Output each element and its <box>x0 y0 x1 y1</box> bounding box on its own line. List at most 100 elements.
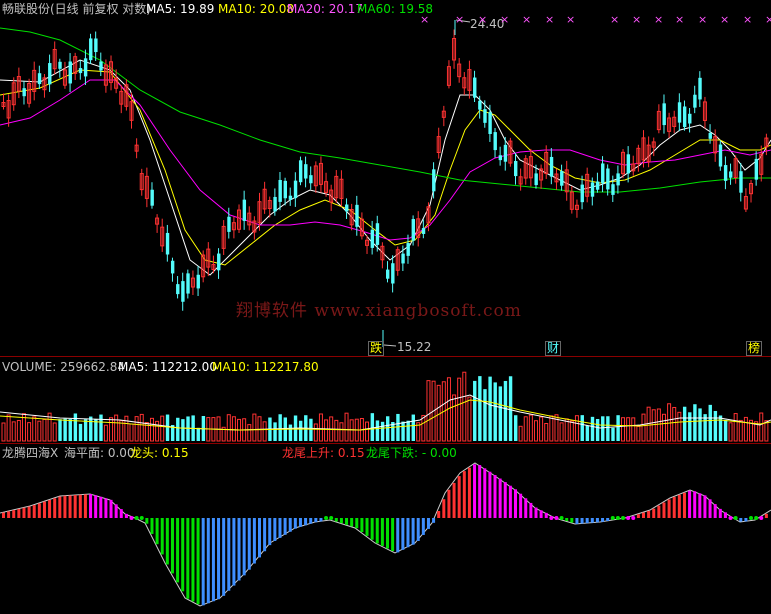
indicator-bar <box>27 506 31 518</box>
indicator-dot <box>749 516 754 520</box>
indicator-bar <box>642 512 645 518</box>
volume-bar-up <box>728 422 733 442</box>
indicator-bar <box>503 482 507 518</box>
indicator-bar <box>334 518 338 522</box>
volume-bar-up <box>52 422 57 442</box>
volume-bar-up <box>252 413 257 442</box>
indicator-bar <box>150 518 154 534</box>
indicator-name: 龙腾四海X <box>2 446 59 460</box>
indicator-dot <box>626 516 631 520</box>
list-tag[interactable]: 榜 <box>746 341 763 356</box>
volume-bar-up <box>677 411 682 442</box>
volume-bar-down <box>73 413 78 441</box>
low-price-marker: 15.22 <box>397 340 432 354</box>
indicator-bar <box>222 518 226 596</box>
indicator-bar <box>309 518 313 524</box>
signal-marker-icon: × <box>478 13 488 26</box>
volume-bar-down <box>590 416 595 441</box>
indicator-bar <box>723 512 727 518</box>
volume-bar-up <box>334 419 339 442</box>
volume-bar-down <box>688 412 692 441</box>
volume-bar-down <box>386 416 390 441</box>
candle-body-down <box>595 181 600 190</box>
volume-bar-up <box>462 371 467 442</box>
candle-body-down <box>355 204 359 227</box>
volume-bar-up <box>452 394 457 442</box>
candle-body-down <box>421 228 426 234</box>
volume-bar-down <box>176 417 180 441</box>
volume-bar-down <box>498 386 503 441</box>
indicator-bar <box>191 518 195 602</box>
volume-bar-down <box>375 420 380 441</box>
candle-body-down <box>662 103 666 126</box>
indicator-bar <box>48 499 52 518</box>
indicator-bar <box>314 518 318 523</box>
indicator-bar <box>462 471 466 518</box>
indicator-bar <box>452 482 456 518</box>
indicator-bar <box>114 504 118 518</box>
indicator-dot <box>329 516 334 520</box>
indicator-bar <box>22 507 26 518</box>
indicator-bar <box>575 518 579 524</box>
indicator-bar <box>667 499 671 518</box>
indicator-bar <box>524 498 528 518</box>
indicator-bar <box>698 493 702 518</box>
indicator-bar <box>519 493 523 518</box>
candle-body-down <box>718 144 723 167</box>
indicator-bar <box>688 490 692 518</box>
volume-bar-up <box>656 408 661 442</box>
indicator-dot <box>554 516 559 520</box>
volume-bar-up <box>155 420 160 442</box>
volume-bar-up <box>426 380 431 442</box>
volume-bar-down <box>63 418 67 441</box>
indicator-dot <box>559 516 564 520</box>
candle-body-down <box>227 216 231 232</box>
volume-bar-down <box>503 380 508 441</box>
volume-bar-down <box>718 415 723 441</box>
indicator-bar <box>263 518 267 552</box>
volume-bar-up <box>114 414 119 442</box>
volume-bar-up <box>528 414 533 442</box>
indicator-bar <box>32 505 36 518</box>
volume-bar-down <box>396 413 400 441</box>
indicator-bar <box>211 518 215 602</box>
candle-body-down <box>94 38 98 53</box>
indicator-bar <box>345 518 349 525</box>
indicator-bar <box>288 518 292 532</box>
indicator-bar <box>432 518 436 523</box>
volume-bar-up <box>226 414 231 442</box>
volume-bar-up <box>160 415 165 442</box>
volume-bar-down <box>298 420 303 441</box>
indicator-bar <box>565 518 569 522</box>
indicator-bar <box>652 508 656 518</box>
volume-bar-down <box>483 389 487 441</box>
volume-bar-up <box>139 413 144 442</box>
volume-bar-down <box>698 408 702 441</box>
candle-body-down <box>78 68 83 74</box>
volume-bar-up <box>103 424 108 442</box>
volume-bar-down <box>473 380 477 441</box>
indicator-bar <box>237 518 241 581</box>
volume-bar-down <box>595 418 600 441</box>
volume-bar-down <box>606 416 610 441</box>
fall-tag[interactable]: 跌 <box>368 341 385 356</box>
volume-bar-up <box>27 422 32 442</box>
candle-body-down <box>22 88 26 97</box>
indicator-bar <box>662 502 666 518</box>
candle-body-down <box>298 160 303 183</box>
indicator-bar <box>339 518 343 524</box>
indicator-dot <box>129 516 134 520</box>
indicator-bar <box>124 513 128 518</box>
candle-body-down <box>309 175 313 184</box>
finance-tag[interactable]: 财 <box>545 341 562 356</box>
indicator-bar <box>278 518 282 538</box>
indicator-bar <box>83 494 87 518</box>
candle-body-down <box>391 263 395 284</box>
candle-body-down <box>616 173 620 186</box>
volume-bar-up <box>149 417 154 442</box>
volume-bar-up <box>569 420 574 442</box>
indicator-bar <box>293 518 297 529</box>
signal-marker-icon: × <box>720 13 730 26</box>
candle-body-down <box>217 253 221 271</box>
candle-body-down <box>708 132 712 139</box>
